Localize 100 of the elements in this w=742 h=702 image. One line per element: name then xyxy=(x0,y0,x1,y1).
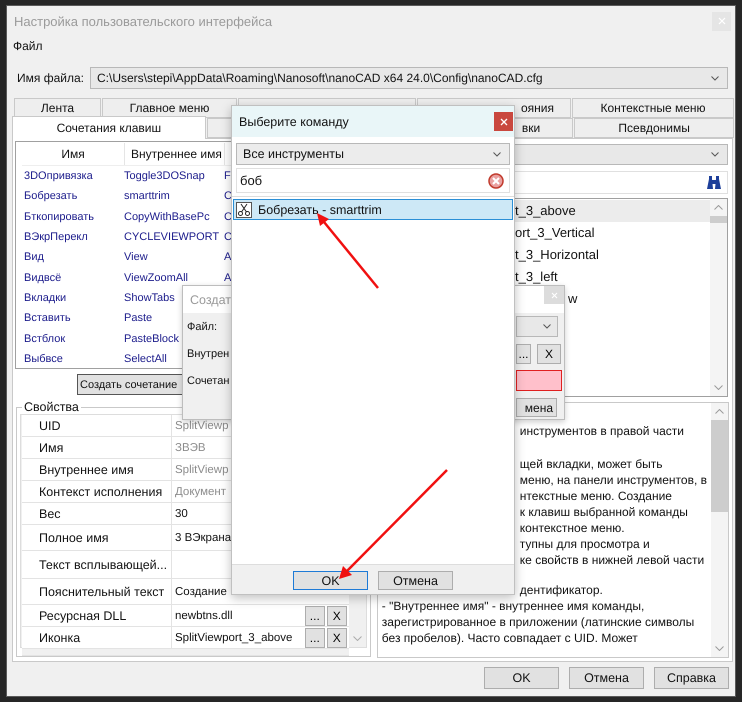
column-header[interactable]: Имя xyxy=(22,143,125,165)
table-cell: A xyxy=(224,272,232,284)
scrollbar-thumb[interactable] xyxy=(710,216,727,223)
table-cell: Встблок xyxy=(24,332,66,345)
description-text: инструментов в правой части xyxy=(520,424,684,438)
list-item[interactable]: ort_3_Vertical xyxy=(511,222,710,244)
description-text: - "Внутреннее имя" - внутреннее имя команды, xyxy=(382,599,644,613)
binoculars-icon xyxy=(706,174,722,190)
scrollbar[interactable] xyxy=(711,403,728,657)
property-button[interactable]: ... xyxy=(304,628,325,648)
dialog-title: Создат xyxy=(189,292,231,307)
table-cell: F xyxy=(224,170,231,182)
table-cell: ViewZoomAll xyxy=(124,272,188,284)
property-value[interactable]: 3 ВЭкрана xyxy=(175,532,232,544)
dialog-button[interactable]: OK xyxy=(484,667,559,689)
tab[interactable]: Контекстные меню xyxy=(572,98,734,118)
table-cell: C xyxy=(224,190,232,202)
chevron-up-icon xyxy=(715,409,724,414)
property-value[interactable]: Создание xyxy=(175,586,227,598)
group-title: Свойства xyxy=(23,400,80,414)
table-cell: ВЭкрПерекл xyxy=(24,231,88,244)
clear-icon xyxy=(488,172,504,188)
close-icon xyxy=(550,292,558,298)
property-button[interactable]: X xyxy=(326,628,347,648)
table-cell: C xyxy=(224,231,232,244)
property-name: Ресурсная DLL xyxy=(22,605,172,626)
chevron-down-icon xyxy=(714,385,723,390)
description-text: щей вкладки, может быть xyxy=(520,457,662,471)
table-cell: C xyxy=(224,210,232,223)
chevron-up-icon xyxy=(714,204,723,210)
description-text: контекстное меню. xyxy=(520,521,625,535)
list-item[interactable]: Бобрезать - smarttrim xyxy=(233,199,513,220)
table-cell: Выбвсе xyxy=(24,352,63,365)
file-dropdown[interactable]: C:\Users\stepi\AppData\Roaming\Nanosoft\nanoCAD x64 24.0\Config\nanoCAD.cfg xyxy=(90,67,728,89)
file-dropdown[interactable] xyxy=(516,316,558,337)
chevron-down-icon xyxy=(352,636,362,641)
chevron-down-icon xyxy=(715,646,724,651)
table-cell: Бобрезать xyxy=(24,190,78,202)
table-cell: Вкладки xyxy=(24,292,66,304)
list-item[interactable]: t_3_Horizontal xyxy=(511,244,710,266)
description-text: нтекстные меню. Создание xyxy=(520,489,672,503)
table-cell: CYCLEVIEWPORT xyxy=(124,231,220,244)
property-name: Текст всплывающей... xyxy=(22,551,172,578)
shortcut-field[interactable] xyxy=(516,370,562,391)
scrollbar[interactable] xyxy=(710,198,727,396)
table-cell: ShowTabs xyxy=(124,292,175,304)
list-item[interactable]: t_3_left xyxy=(511,266,710,288)
dialog-title: Выберите команду xyxy=(239,114,349,128)
file-label: Имя файла: xyxy=(17,71,85,85)
description-text: тупны для просмотра и xyxy=(520,537,650,551)
close-button[interactable] xyxy=(494,112,513,131)
property-name: Имя xyxy=(22,437,172,458)
tab[interactable]: Лента xyxy=(14,98,101,118)
description-text: ке свойств в нижней левой части xyxy=(520,553,704,567)
tab[interactable]: Псевдонимы xyxy=(574,118,734,138)
scrollbar-thumb[interactable] xyxy=(711,420,728,512)
dialog-button[interactable]: Отмена xyxy=(569,667,644,689)
chevron-down-icon xyxy=(493,152,501,156)
tab[interactable]: Сочетания клавиш xyxy=(12,116,206,139)
dialog-button[interactable]: OK xyxy=(293,571,368,590)
chevron-down-icon xyxy=(711,76,719,80)
table-cell: Toggle3DOSnap xyxy=(124,170,205,182)
table-cell: Видвсё xyxy=(24,272,62,284)
close-icon xyxy=(718,17,726,25)
browse-button[interactable]: ... xyxy=(516,344,531,364)
property-value[interactable]: 30 xyxy=(175,508,188,520)
table-cell: A xyxy=(224,251,232,264)
table-cell: Бткопировать xyxy=(24,210,94,223)
property-name: Полное имя xyxy=(22,525,172,550)
window-title: Настройка пользовательского интерфейса xyxy=(14,14,272,28)
property-value[interactable]: SplitViewport_3_above xyxy=(175,632,292,644)
category-dropdown[interactable]: Все инструменты xyxy=(236,143,510,165)
dialog-button[interactable]: Отмена xyxy=(378,571,453,590)
description-text: меню, на панели инструментов, в xyxy=(520,473,707,487)
table-cell: PasteBlock xyxy=(124,332,180,345)
table-cell: Вставить xyxy=(24,312,71,324)
property-name: Иконка xyxy=(22,627,172,648)
table-cell: CopyWithBasePc xyxy=(124,210,210,223)
field-label: Файл: xyxy=(186,320,218,332)
description-text: зарегистрированное в приложении (латинские символы xyxy=(382,615,694,629)
dialog-button[interactable]: Справка xyxy=(654,667,729,689)
cancel-button[interactable]: мена xyxy=(516,398,557,417)
property-button[interactable]: X xyxy=(326,606,347,626)
property-name: Вес xyxy=(22,503,172,524)
description-text: без пробелов). Часто совпадает с UID. Может xyxy=(382,631,638,645)
search-field[interactable]: боб xyxy=(236,168,510,193)
scissors-icon xyxy=(236,202,252,218)
property-name: Пояснительный текст xyxy=(22,579,172,604)
menu-item[interactable]: Файл xyxy=(13,39,43,53)
property-name: UID xyxy=(22,415,172,436)
chevron-down-icon xyxy=(543,324,551,329)
clear-button[interactable]: X xyxy=(537,344,561,364)
property-name: Внутреннее имя xyxy=(22,459,172,480)
column-header[interactable]: Внутреннее имя xyxy=(125,143,225,165)
property-value[interactable]: newbtns.dll xyxy=(175,610,233,622)
table-cell: Paste xyxy=(124,312,152,324)
table-cell: SelectAll xyxy=(124,352,167,365)
close-icon xyxy=(500,118,508,126)
table-cell: View xyxy=(124,251,148,264)
property-button[interactable]: ... xyxy=(304,606,325,626)
